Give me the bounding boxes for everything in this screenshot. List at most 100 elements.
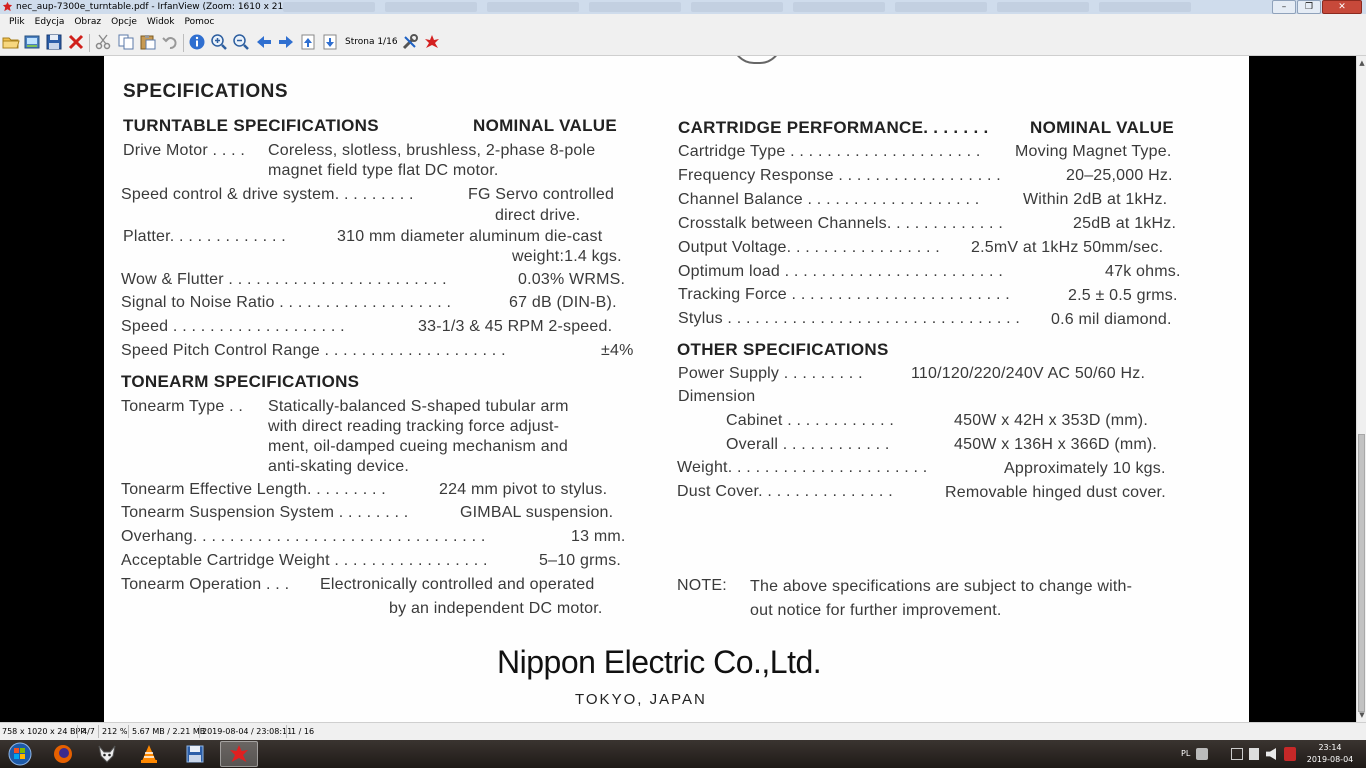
cut-icon[interactable] bbox=[94, 33, 112, 51]
spec-value: Statically-balanced S-shaped tubular arm bbox=[268, 398, 569, 415]
document-page: SPECIFICATIONS TURNTABLE SPECIFICATIONS … bbox=[104, 56, 1249, 722]
action-center-icon[interactable] bbox=[1231, 748, 1243, 760]
note-text: out notice for further improvement. bbox=[750, 602, 1002, 619]
spec-value: anti-skating device. bbox=[268, 458, 409, 475]
save-app-icon[interactable] bbox=[176, 741, 214, 767]
maximize-button[interactable]: ❐ bbox=[1297, 0, 1321, 14]
status-page: 1 / 16 bbox=[291, 727, 315, 736]
spec-label: Cartridge Type . . . . . . . . . . . . .… bbox=[678, 143, 981, 160]
spec-label: Speed Pitch Control Range . . . . . . . … bbox=[121, 342, 506, 359]
app-tray-icon[interactable] bbox=[1284, 747, 1296, 761]
spec-value: 0.6 mil diamond. bbox=[1051, 311, 1172, 328]
clock-time: 23:14 bbox=[1318, 743, 1342, 752]
menu-edycja[interactable]: Edycja bbox=[30, 14, 70, 30]
note-text: The above specifications are subject to … bbox=[750, 578, 1133, 595]
thumbnails-icon[interactable] bbox=[23, 33, 41, 51]
firefox-icon[interactable] bbox=[44, 741, 82, 767]
spec-label: Output Voltage. . . . . . . . . . . . . … bbox=[678, 239, 940, 256]
spec-label: Tracking Force . . . . . . . . . . . . .… bbox=[678, 286, 1010, 303]
spec-value: 5–10 grms. bbox=[539, 552, 622, 569]
toolbar-separator bbox=[183, 34, 184, 52]
spec-label: Signal to Noise Ratio . . . . . . . . . … bbox=[121, 294, 452, 311]
last-page-icon[interactable] bbox=[321, 33, 339, 51]
zoom-out-icon[interactable] bbox=[232, 33, 250, 51]
zoom-in-icon[interactable] bbox=[210, 33, 228, 51]
spec-value: 450W x 42H x 353D (mm). bbox=[954, 412, 1148, 429]
fox-app-icon[interactable] bbox=[88, 741, 126, 767]
background-tab bbox=[487, 2, 579, 12]
other-heading: OTHER SPECIFICATIONS bbox=[677, 340, 889, 359]
brand-city: TOKYO, JAPAN bbox=[575, 691, 707, 708]
properties-icon[interactable] bbox=[401, 33, 419, 51]
menu-obraz[interactable]: Obraz bbox=[69, 14, 106, 30]
save-icon[interactable] bbox=[45, 33, 63, 51]
menu-opcje[interactable]: Opcje bbox=[106, 14, 142, 30]
spec-value: Approximately 10 kgs. bbox=[1004, 460, 1166, 477]
spec-label: Wow & Flutter . . . . . . . . . . . . . … bbox=[121, 271, 447, 288]
spec-value: with direct reading tracking force adjus… bbox=[268, 418, 560, 435]
copy-icon[interactable] bbox=[117, 33, 135, 51]
spec-value: 33-1/3 & 45 RPM 2-speed. bbox=[418, 318, 613, 335]
cartridge-nominal-heading: NOMINAL VALUE bbox=[1030, 118, 1174, 137]
network-icon[interactable] bbox=[1196, 748, 1208, 760]
info-icon[interactable] bbox=[188, 33, 206, 51]
spec-label: Tonearm Type . . bbox=[121, 398, 244, 415]
spec-value: 110/120/220/240V AC 50/60 Hz. bbox=[911, 365, 1146, 382]
spec-label: Tonearm Operation . . . bbox=[121, 576, 290, 593]
title-bar[interactable]: nec_aup-7300e_turntable.pdf - IrfanView … bbox=[0, 0, 1366, 15]
taskbar-clock[interactable]: 23:14 2019-08-04 bbox=[1300, 742, 1360, 766]
first-page-icon[interactable] bbox=[299, 33, 317, 51]
taskbar: PL 23:14 2019-08-04 bbox=[0, 740, 1366, 768]
scroll-thumb[interactable] bbox=[1358, 434, 1365, 712]
spec-label: Frequency Response . . . . . . . . . . .… bbox=[678, 167, 1001, 184]
spec-label: Acceptable Cartridge Weight . . . . . . … bbox=[121, 552, 488, 569]
minimize-button[interactable]: – bbox=[1272, 0, 1296, 14]
irfanview-taskbar-icon[interactable] bbox=[220, 741, 258, 767]
menu-plik[interactable]: Plik bbox=[4, 14, 30, 30]
vertical-scrollbar[interactable]: ▲ ▼ bbox=[1356, 56, 1366, 722]
spec-label: Overall . . . . . . . . . . . . bbox=[726, 436, 890, 453]
spec-value: 450W x 136H x 366D (mm). bbox=[954, 436, 1158, 453]
irfanview-icon[interactable] bbox=[423, 33, 441, 51]
cartridge-heading: CARTRIDGE PERFORMANCE. . . . . . . bbox=[678, 118, 989, 137]
windows-start-icon[interactable] bbox=[4, 741, 36, 767]
menu-pomoc[interactable]: Pomoc bbox=[180, 14, 220, 30]
background-tab bbox=[1099, 2, 1191, 12]
next-icon[interactable] bbox=[277, 33, 295, 51]
background-tab bbox=[283, 2, 375, 12]
window-controls: – ❐ ✕ bbox=[1272, 0, 1362, 14]
paste-icon[interactable] bbox=[139, 33, 157, 51]
volume-icon[interactable] bbox=[1266, 748, 1276, 760]
window-title: nec_aup-7300e_turntable.pdf - IrfanView … bbox=[16, 2, 299, 12]
brand-name: Nippon Electric Co.,Ltd. bbox=[497, 644, 822, 680]
page-indicator: Strona 1/16 bbox=[345, 37, 398, 47]
spec-value: Removable hinged dust cover. bbox=[945, 484, 1166, 501]
status-separator bbox=[286, 725, 287, 738]
spec-value: Electronically controlled and operated bbox=[320, 576, 595, 593]
scroll-down-icon[interactable]: ▼ bbox=[1358, 710, 1366, 720]
status-zoom: 212 % bbox=[102, 727, 128, 736]
turntable-nominal-heading: NOMINAL VALUE bbox=[473, 116, 617, 135]
vlc-icon[interactable] bbox=[130, 741, 168, 767]
spec-label: Tonearm Suspension System . . . . . . . … bbox=[121, 504, 409, 521]
spec-label: Power Supply . . . . . . . . . bbox=[678, 365, 863, 382]
battery-icon[interactable] bbox=[1249, 748, 1259, 760]
menu-widok[interactable]: Widok bbox=[142, 14, 180, 30]
spec-label: Optimum load . . . . . . . . . . . . . .… bbox=[678, 263, 1003, 280]
spec-label: Tonearm Effective Length. . . . . . . . … bbox=[121, 481, 386, 498]
tonearm-heading: TONEARM SPECIFICATIONS bbox=[121, 372, 360, 391]
background-tab bbox=[793, 2, 885, 12]
background-tab bbox=[385, 2, 477, 12]
scroll-up-icon[interactable]: ▲ bbox=[1358, 58, 1366, 68]
spec-value: Coreless, slotless, brushless, 2-phase 8… bbox=[268, 142, 596, 159]
delete-icon[interactable] bbox=[67, 33, 85, 51]
spec-value: 47k ohms. bbox=[1105, 263, 1181, 280]
spec-label: Stylus . . . . . . . . . . . . . . . . .… bbox=[678, 310, 1021, 327]
previous-icon[interactable] bbox=[255, 33, 273, 51]
undo-icon[interactable] bbox=[161, 33, 179, 51]
spec-label: Channel Balance . . . . . . . . . . . . … bbox=[678, 191, 980, 208]
open-folder-icon[interactable] bbox=[2, 33, 20, 51]
spec-label: Platter. . . . . . . . . . . . . bbox=[123, 228, 286, 245]
close-button[interactable]: ✕ bbox=[1322, 0, 1362, 14]
language-indicator[interactable]: PL bbox=[1181, 740, 1190, 768]
